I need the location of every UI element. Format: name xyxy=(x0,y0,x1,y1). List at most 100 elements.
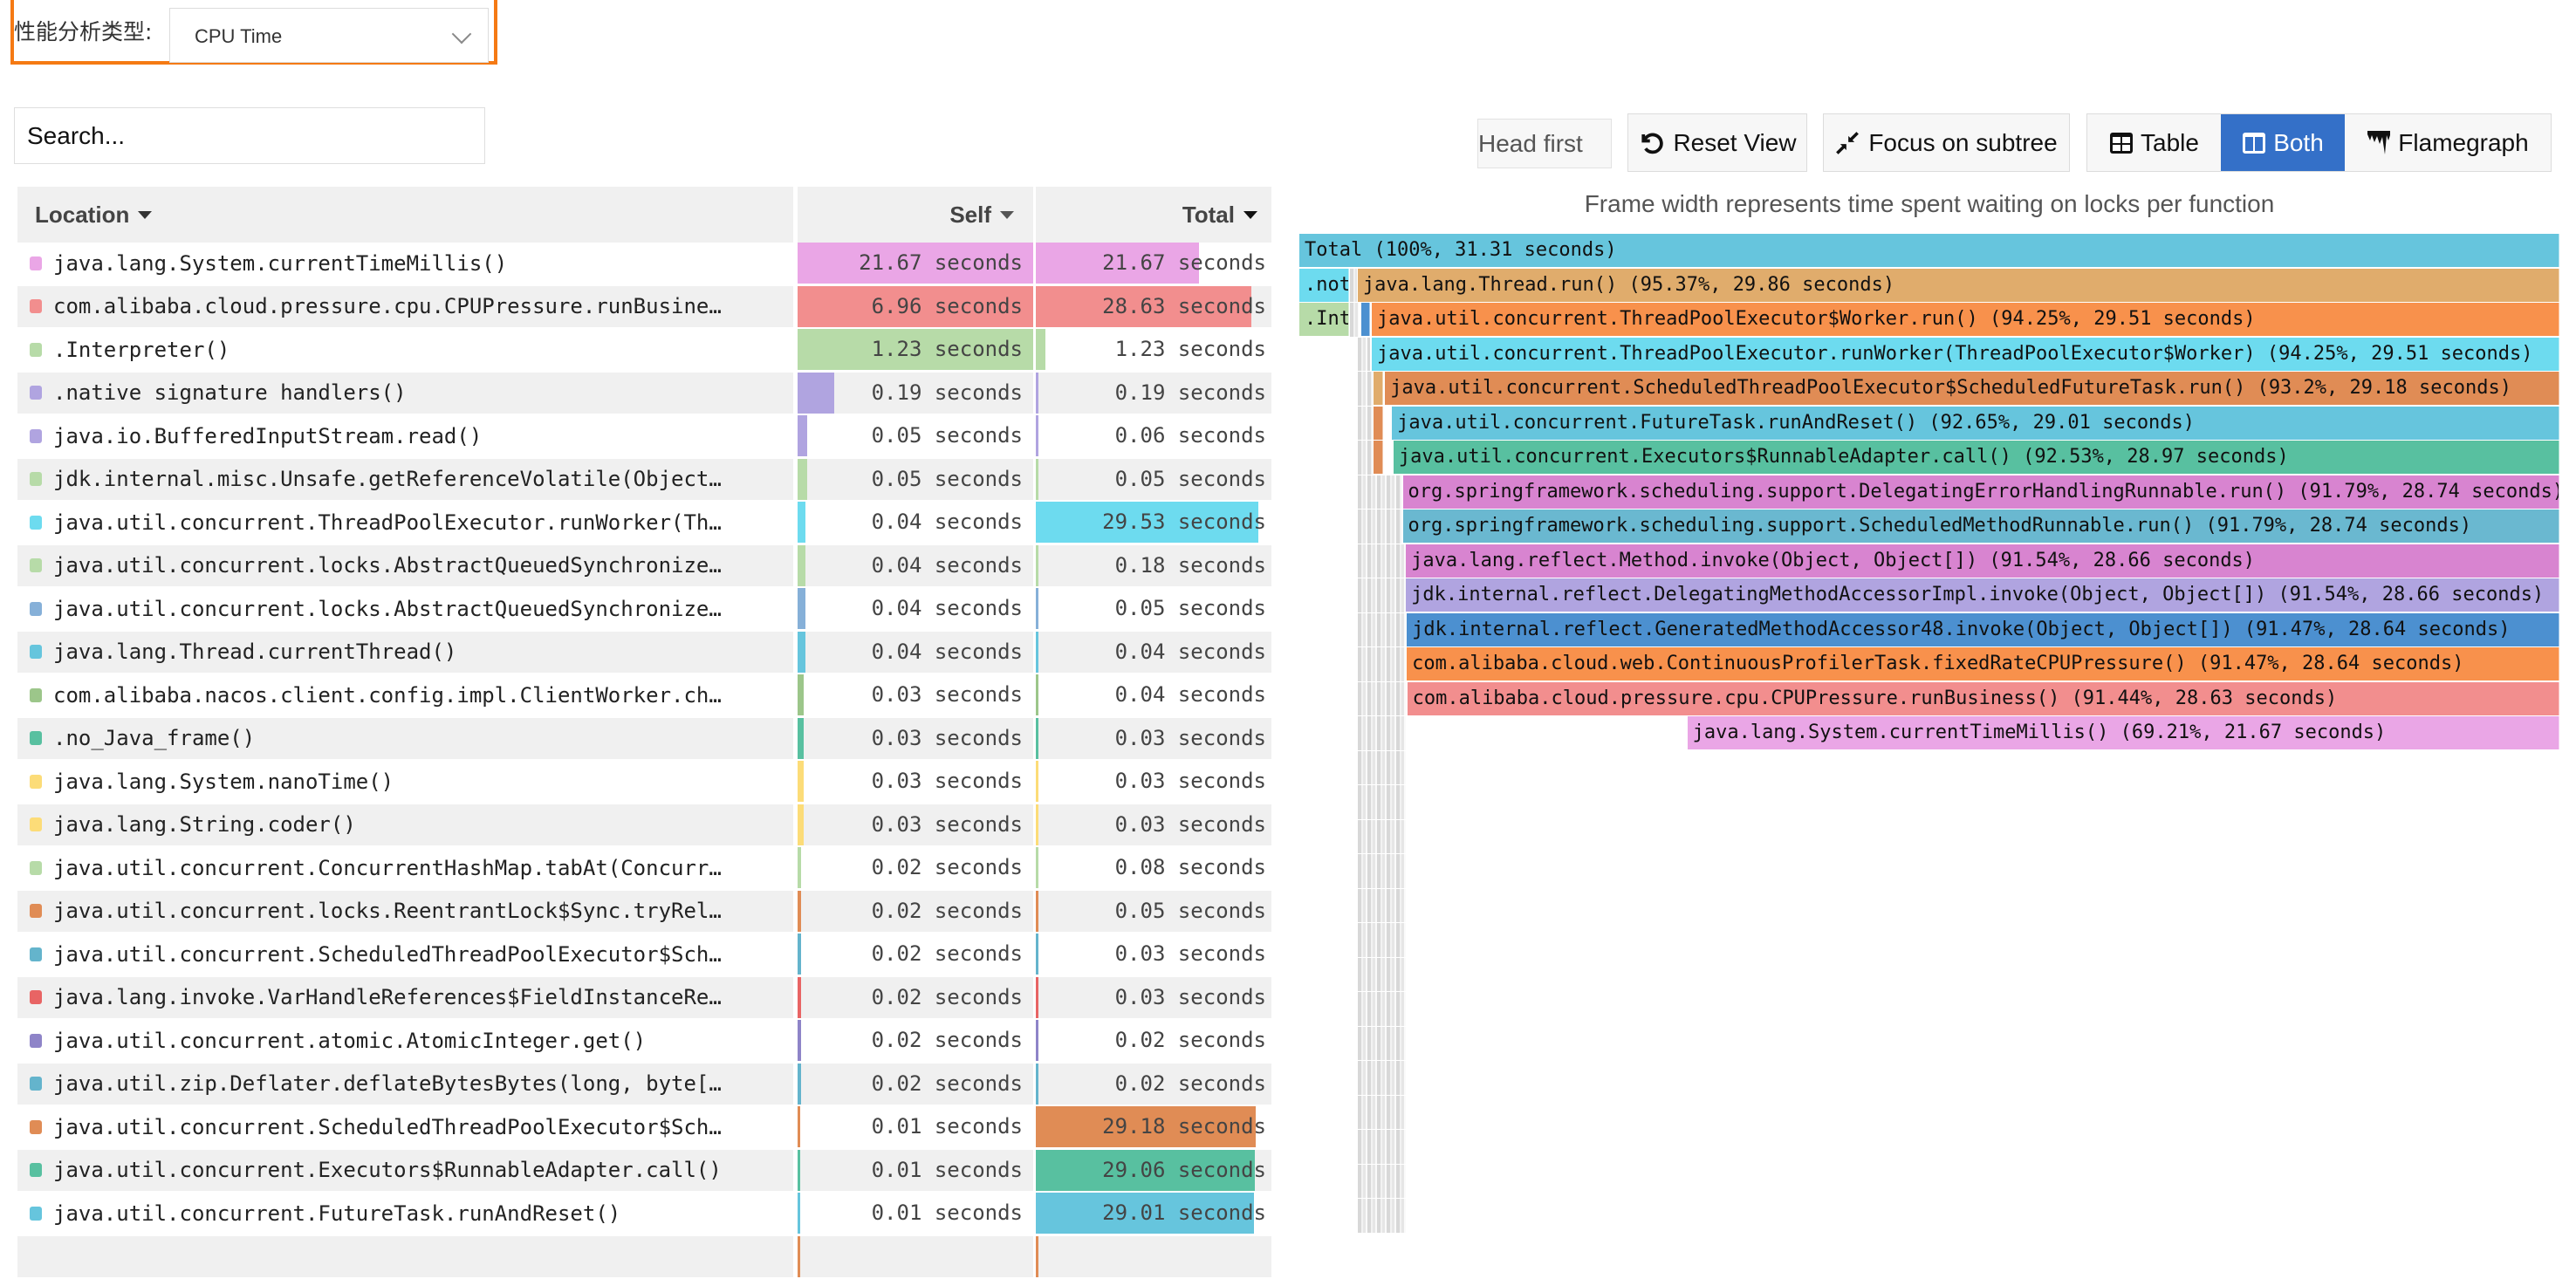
total-cell: 0.19 seconds xyxy=(1036,373,1271,414)
self-value: 0.04 seconds xyxy=(872,588,1023,629)
table-row[interactable]: .Interpreter()1.23 seconds1.23 seconds xyxy=(17,329,1271,373)
table-row[interactable]: java.util.concurrent.FutureTask.runAndRe… xyxy=(17,1193,1271,1236)
flame-frame-small[interactable] xyxy=(1358,751,1406,785)
color-swatch xyxy=(30,472,42,486)
flame-frame[interactable]: java.util.concurrent.Executors$RunnableA… xyxy=(1394,441,2559,474)
flame-frame[interactable]: com.alibaba.cloud.pressure.cpu.CPUPressu… xyxy=(1408,682,2559,715)
flame-frame-small[interactable] xyxy=(1358,1096,1406,1130)
total-bar xyxy=(1036,632,1038,673)
flame-frame[interactable]: .Int xyxy=(1299,303,1349,336)
analysis-type-select[interactable]: CPU Time xyxy=(169,8,489,63)
total-value: 0.06 seconds xyxy=(1115,415,1266,456)
self-bar xyxy=(798,674,804,715)
flame-frame-small[interactable] xyxy=(1358,854,1406,888)
flame-frame-small[interactable] xyxy=(1358,682,1406,716)
table-row[interactable]: java.lang.System.currentTimeMillis()21.6… xyxy=(17,243,1271,286)
flame-frame[interactable]: org.springframework.scheduling.support.D… xyxy=(1403,475,2559,509)
table-row[interactable]: java.io.BufferedInputStream.read()0.05 s… xyxy=(17,415,1271,459)
flame-frame[interactable]: java.util.concurrent.ThreadPoolExecutor$… xyxy=(1372,303,2559,336)
table-row[interactable]: java.util.concurrent.ScheduledThreadPool… xyxy=(17,1106,1271,1150)
flame-frame-small[interactable] xyxy=(1358,510,1402,544)
focus-subtree-button[interactable]: Focus on subtree xyxy=(1823,113,2070,172)
flame-frame[interactable]: com.alibaba.cloud.web.ContinuousProfiler… xyxy=(1407,647,2559,681)
flame-frame-small[interactable] xyxy=(1358,923,1406,957)
table-row[interactable]: java.lang.System.nanoTime()0.03 seconds0… xyxy=(17,761,1271,804)
flame-frame-small[interactable] xyxy=(1358,647,1406,681)
undo-icon xyxy=(1638,130,1664,156)
flame-frame-small[interactable] xyxy=(1358,992,1406,1026)
view-table-button[interactable]: Table xyxy=(2087,114,2221,171)
table-row[interactable]: .native signature handlers()0.19 seconds… xyxy=(17,373,1271,416)
flame-frame[interactable]: java.lang.reflect.Method.invoke(Object, … xyxy=(1406,544,2559,578)
table-row[interactable]: jdk.internal.misc.Unsafe.getReferenceVol… xyxy=(17,459,1271,503)
table-row[interactable]: java.lang.Thread.currentThread()0.04 sec… xyxy=(17,632,1271,675)
table-row[interactable]: java.util.concurrent.ScheduledThreadPool… xyxy=(17,934,1271,977)
table-row[interactable]: java.util.concurrent.locks.AbstractQueue… xyxy=(17,545,1271,589)
flame-frame-small[interactable] xyxy=(1358,475,1402,510)
flame-frame[interactable]: java.lang.Thread.run() (95.37%, 29.86 se… xyxy=(1358,269,2559,302)
table-row[interactable]: java.util.zip.Deflater.deflateBytesBytes… xyxy=(17,1064,1271,1107)
flame-frame-small[interactable] xyxy=(1350,303,1359,337)
location-cell: java.util.concurrent.ConcurrentHashMap.t… xyxy=(17,847,793,888)
flame-frame-small[interactable] xyxy=(1358,1027,1406,1061)
column-header-self[interactable]: Self xyxy=(798,187,1033,243)
flame-frame-small[interactable] xyxy=(1358,820,1406,854)
total-value: 0.05 seconds xyxy=(1115,891,1266,932)
flame-frame[interactable] xyxy=(1361,303,1370,336)
self-bar xyxy=(798,934,801,975)
flame-frame[interactable]: java.util.concurrent.ScheduledThreadPool… xyxy=(1385,372,2559,405)
flame-frame[interactable]: java.util.concurrent.ThreadPoolExecutor.… xyxy=(1372,338,2559,371)
column-header-total[interactable]: Total xyxy=(1036,187,1271,243)
flame-frame[interactable]: org.springframework.scheduling.support.S… xyxy=(1403,510,2559,543)
flame-frame[interactable]: .not xyxy=(1299,269,1349,302)
flame-frame[interactable]: jdk.internal.reflect.DelegatingMethodAcc… xyxy=(1406,578,2559,612)
flame-frame-small[interactable] xyxy=(1358,372,1373,406)
flame-frame-small[interactable] xyxy=(1358,889,1406,923)
self-value: 0.03 seconds xyxy=(872,804,1023,845)
self-cell: 0.05 seconds xyxy=(798,459,1033,500)
color-swatch xyxy=(30,861,42,875)
flame-frame[interactable] xyxy=(1374,407,1383,440)
head-first-select[interactable]: Head first xyxy=(1477,119,1612,168)
flame-frame-small[interactable] xyxy=(1358,338,1370,372)
table-row[interactable]: .no_Java_frame()0.03 seconds0.03 seconds xyxy=(17,718,1271,762)
table-row[interactable]: java.util.concurrent.atomic.AtomicIntege… xyxy=(17,1020,1271,1064)
flame-frame-small[interactable] xyxy=(1358,578,1406,612)
view-both-button[interactable]: Both xyxy=(2221,114,2345,171)
column-header-location[interactable]: Location xyxy=(17,187,793,243)
table-row[interactable]: java.util.concurrent.locks.ReentrantLock… xyxy=(17,891,1271,934)
table-row[interactable]: com.alibaba.cloud.pressure.cpu.CPUPressu… xyxy=(17,286,1271,330)
table-row[interactable]: java.lang.String.coder()0.03 seconds0.03… xyxy=(17,804,1271,848)
total-bar xyxy=(1036,459,1038,500)
table-row[interactable]: java.util.concurrent.locks.AbstractQueue… xyxy=(17,588,1271,632)
flame-frame-small[interactable] xyxy=(1358,785,1406,819)
table-row[interactable] xyxy=(17,1236,1271,1279)
table-row[interactable]: java.util.concurrent.ConcurrentHashMap.t… xyxy=(17,847,1271,891)
flame-frame-small[interactable] xyxy=(1358,1165,1406,1199)
flame-frame[interactable] xyxy=(1374,372,1383,405)
flame-frame-small[interactable] xyxy=(1358,613,1406,647)
view-flamegraph-button[interactable]: Flamegraph xyxy=(2345,114,2551,171)
flame-frame-small[interactable] xyxy=(1358,1199,1406,1233)
search-input[interactable] xyxy=(14,107,485,164)
table-row[interactable]: java.lang.invoke.VarHandleReferences$Fie… xyxy=(17,977,1271,1021)
table-row[interactable]: java.util.concurrent.ThreadPoolExecutor.… xyxy=(17,502,1271,545)
flame-frame-small[interactable] xyxy=(1358,1061,1406,1095)
flame-frame[interactable] xyxy=(1374,441,1383,474)
flame-frame-small[interactable] xyxy=(1358,716,1406,750)
flame-frame[interactable]: Total (100%, 31.31 seconds) xyxy=(1299,234,2559,267)
flame-frame[interactable]: jdk.internal.reflect.GeneratedMethodAcce… xyxy=(1407,613,2559,646)
flame-frame-small[interactable] xyxy=(1350,269,1357,303)
reset-view-button[interactable]: Reset View xyxy=(1627,113,1807,172)
flame-frame-small[interactable] xyxy=(1358,958,1406,992)
table-row[interactable]: java.util.concurrent.Executors$RunnableA… xyxy=(17,1150,1271,1194)
self-bar xyxy=(798,1064,801,1105)
self-value: 0.02 seconds xyxy=(872,891,1023,932)
flame-frame-small[interactable] xyxy=(1358,441,1373,475)
flame-frame[interactable]: java.lang.System.currentTimeMillis() (69… xyxy=(1688,716,2559,749)
table-row[interactable]: com.alibaba.nacos.client.config.impl.Cli… xyxy=(17,674,1271,718)
flame-frame-small[interactable] xyxy=(1358,407,1373,441)
flame-frame-small[interactable] xyxy=(1358,1130,1406,1164)
flame-frame-small[interactable] xyxy=(1358,544,1406,578)
flame-frame[interactable]: java.util.concurrent.FutureTask.runAndRe… xyxy=(1392,407,2559,440)
